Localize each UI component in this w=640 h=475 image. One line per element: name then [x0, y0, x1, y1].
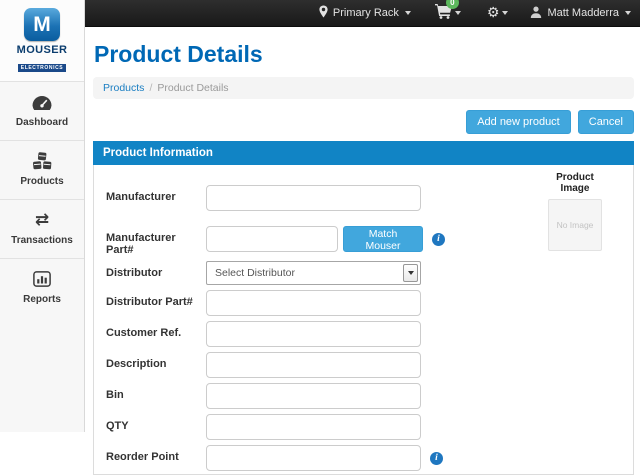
customer-ref-input[interactable] [206, 321, 421, 347]
form-row-distributor-part: Distributor Part# [106, 290, 633, 316]
user-name: Matt Madderra [547, 7, 619, 19]
dashboard-gauge-icon [0, 93, 84, 111]
field-label: Distributor Part# [106, 290, 206, 316]
chevron-down-icon [502, 11, 508, 15]
breadcrumb-products-link[interactable]: Products [103, 82, 144, 94]
sidebar-item-products[interactable]: Products [0, 140, 84, 199]
location-dropdown[interactable]: Primary Rack [319, 5, 411, 21]
product-image-block: Product Image No Image [543, 172, 607, 251]
product-image-placeholder: No Image [548, 199, 602, 251]
description-input[interactable] [206, 352, 421, 378]
logo-brand-text: MOUSER [0, 44, 84, 56]
form-row-distributor: Distributor Select Distributor [106, 261, 633, 285]
topbar: Primary Rack 0 ⚙ [85, 0, 640, 27]
match-mouser-button[interactable]: Match Mouser [343, 226, 423, 252]
form-row-qty: QTY [106, 414, 633, 440]
product-boxes-icon [0, 152, 84, 170]
form-row-description: Description [106, 352, 633, 378]
product-information-panel: Product Information Product Image No Ima… [93, 141, 634, 475]
reorder-point-input[interactable] [206, 445, 421, 471]
panel-header: Product Information [93, 141, 634, 165]
logo-sub-text: ELECTRONICS [18, 64, 66, 72]
sidebar-item-label: Reports [0, 294, 84, 305]
page-content: Product Details Products / Product Details… [85, 27, 640, 475]
breadcrumb-current: Product Details [157, 82, 228, 94]
breadcrumb: Products / Product Details [93, 77, 634, 99]
manufacturer-input[interactable] [206, 185, 421, 211]
select-arrow-icon [403, 264, 418, 282]
transfer-arrows-icon: ⇄ [0, 211, 84, 229]
cart-dropdown[interactable]: 0 [435, 4, 461, 22]
add-new-product-button[interactable]: Add new product [466, 110, 571, 134]
page-title: Product Details [94, 41, 634, 68]
info-icon[interactable]: i [430, 452, 443, 465]
sidebar-item-label: Transactions [0, 235, 84, 246]
cancel-button[interactable]: Cancel [578, 110, 634, 134]
location-pin-icon [319, 5, 328, 21]
field-label: Manufacturer Part# [106, 226, 206, 256]
user-menu[interactable]: Matt Madderra [530, 6, 631, 21]
field-label: Distributor [106, 261, 206, 285]
form-row-customer-ref: Customer Ref. [106, 321, 633, 347]
app-root: M MOUSER ELECTRONICS Dashboard [0, 0, 640, 432]
sidebar-item-dashboard[interactable]: Dashboard [0, 81, 84, 140]
main-column: Primary Rack 0 ⚙ [85, 0, 640, 432]
distributor-part-input[interactable] [206, 290, 421, 316]
bar-chart-icon [0, 270, 84, 288]
bin-input[interactable] [206, 383, 421, 409]
distributor-select-value: Select Distributor [207, 262, 420, 284]
field-label: Bin [106, 383, 206, 409]
settings-dropdown[interactable]: ⚙ [487, 6, 509, 20]
cart-count-badge: 0 [446, 0, 459, 9]
chevron-down-icon [625, 11, 631, 15]
sidebar: M MOUSER ELECTRONICS Dashboard [0, 0, 85, 432]
location-label: Primary Rack [333, 7, 399, 19]
info-icon[interactable]: i [432, 233, 445, 246]
sidebar-item-label: Dashboard [0, 117, 84, 128]
panel-body: Product Image No Image Manufacturer Manu… [93, 165, 634, 475]
field-label: Description [106, 352, 206, 378]
form-row-reorder-point: Reorder Point i [106, 445, 633, 471]
form-row-bin: Bin [106, 383, 633, 409]
mouser-monogram-icon: M [24, 8, 60, 41]
gear-icon: ⚙ [487, 6, 500, 20]
qty-input[interactable] [206, 414, 421, 440]
sidebar-item-label: Products [0, 176, 84, 187]
manufacturer-part-input[interactable] [206, 226, 338, 252]
chevron-down-icon [455, 11, 461, 15]
field-label: QTY [106, 414, 206, 440]
sidebar-item-reports[interactable]: Reports [0, 258, 84, 317]
distributor-select[interactable]: Select Distributor [206, 261, 421, 285]
mouser-logo[interactable]: M MOUSER ELECTRONICS [0, 0, 84, 81]
sidebar-item-transactions[interactable]: ⇄ Transactions [0, 199, 84, 258]
field-label: Reorder Point [106, 445, 206, 471]
page-actions: Add new product Cancel [93, 110, 634, 134]
chevron-down-icon [405, 11, 411, 15]
field-label: Customer Ref. [106, 321, 206, 347]
field-label: Manufacturer [106, 185, 206, 211]
breadcrumb-separator: / [149, 82, 152, 94]
product-image-label: Product Image [543, 172, 607, 194]
user-icon [530, 6, 542, 21]
